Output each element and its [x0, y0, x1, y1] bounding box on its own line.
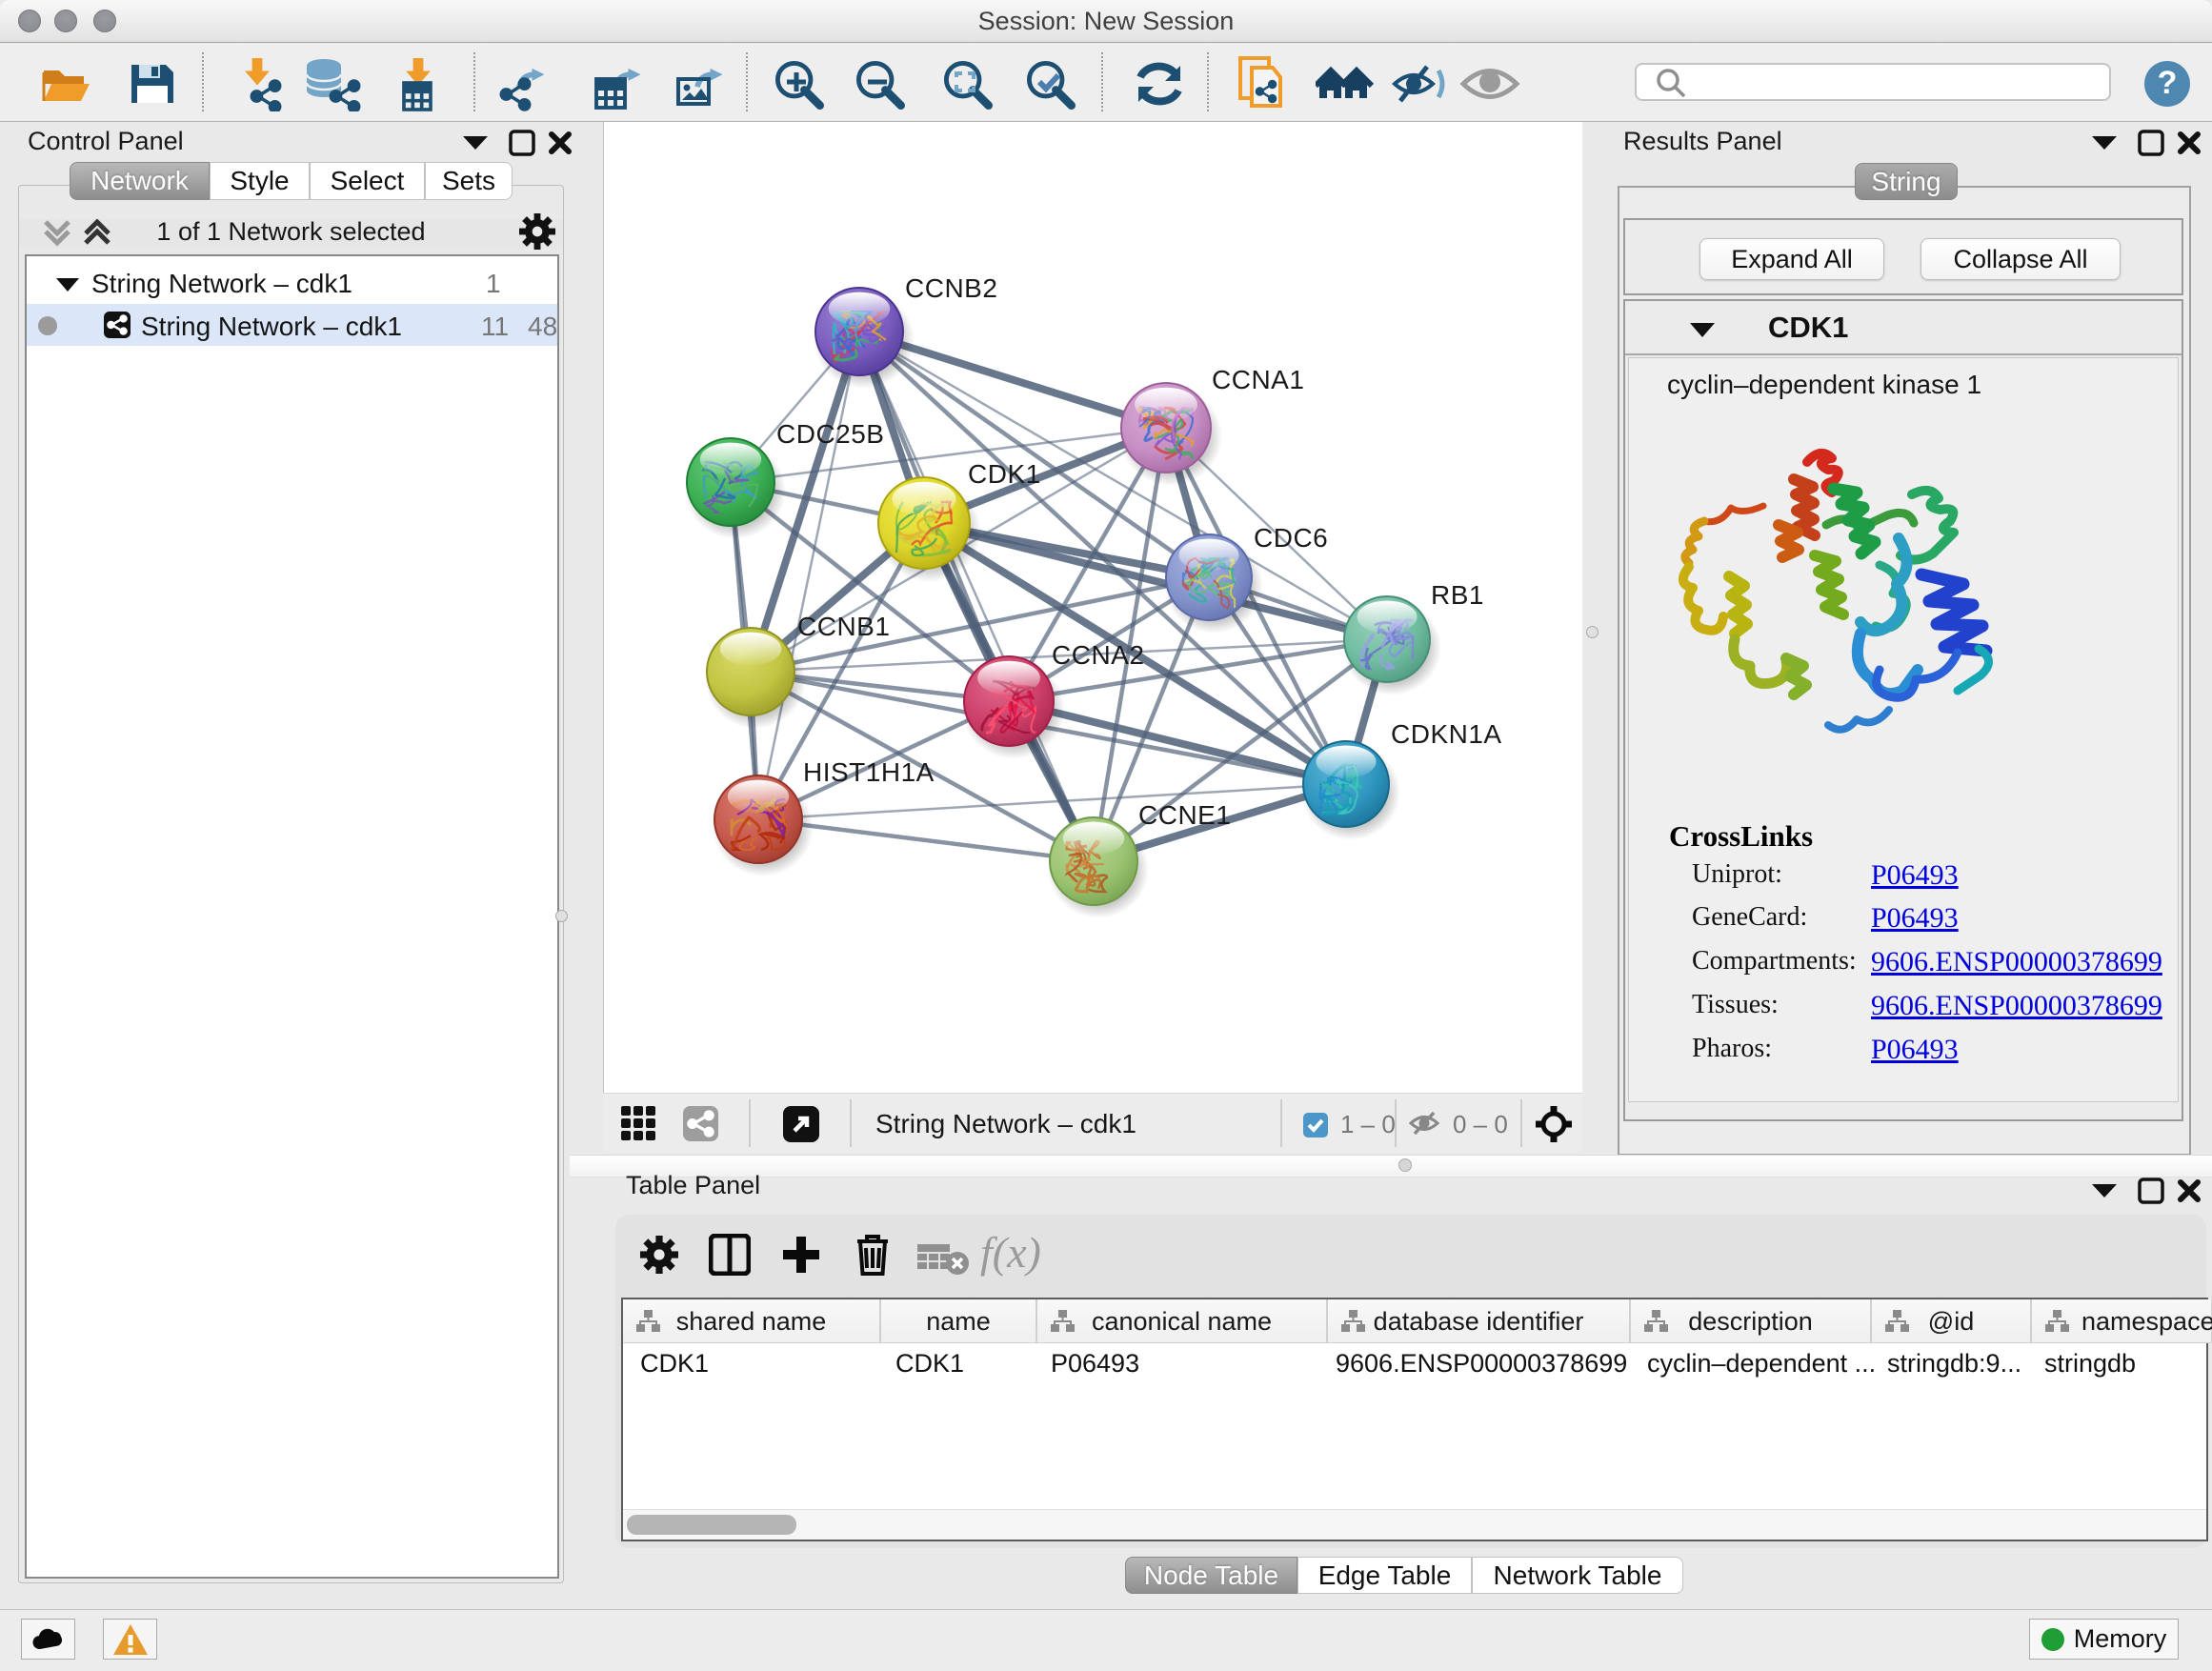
- svg-text:CDK1: CDK1: [968, 459, 1041, 489]
- svg-text:CCNA1: CCNA1: [1212, 365, 1304, 394]
- svg-text:CDC25B: CDC25B: [776, 419, 884, 449]
- svg-text:CCNB1: CCNB1: [797, 612, 890, 641]
- svg-text:RB1: RB1: [1431, 580, 1484, 610]
- svg-text:CDKN1A: CDKN1A: [1391, 719, 1502, 749]
- svg-text:CDC6: CDC6: [1254, 523, 1328, 553]
- svg-text:CCNA2: CCNA2: [1052, 640, 1144, 670]
- svg-text:CCNB2: CCNB2: [905, 273, 997, 303]
- svg-text:CCNE1: CCNE1: [1138, 800, 1231, 830]
- svg-text:HIST1H1A: HIST1H1A: [803, 757, 935, 787]
- svg-text:?: ?: [2158, 65, 2178, 101]
